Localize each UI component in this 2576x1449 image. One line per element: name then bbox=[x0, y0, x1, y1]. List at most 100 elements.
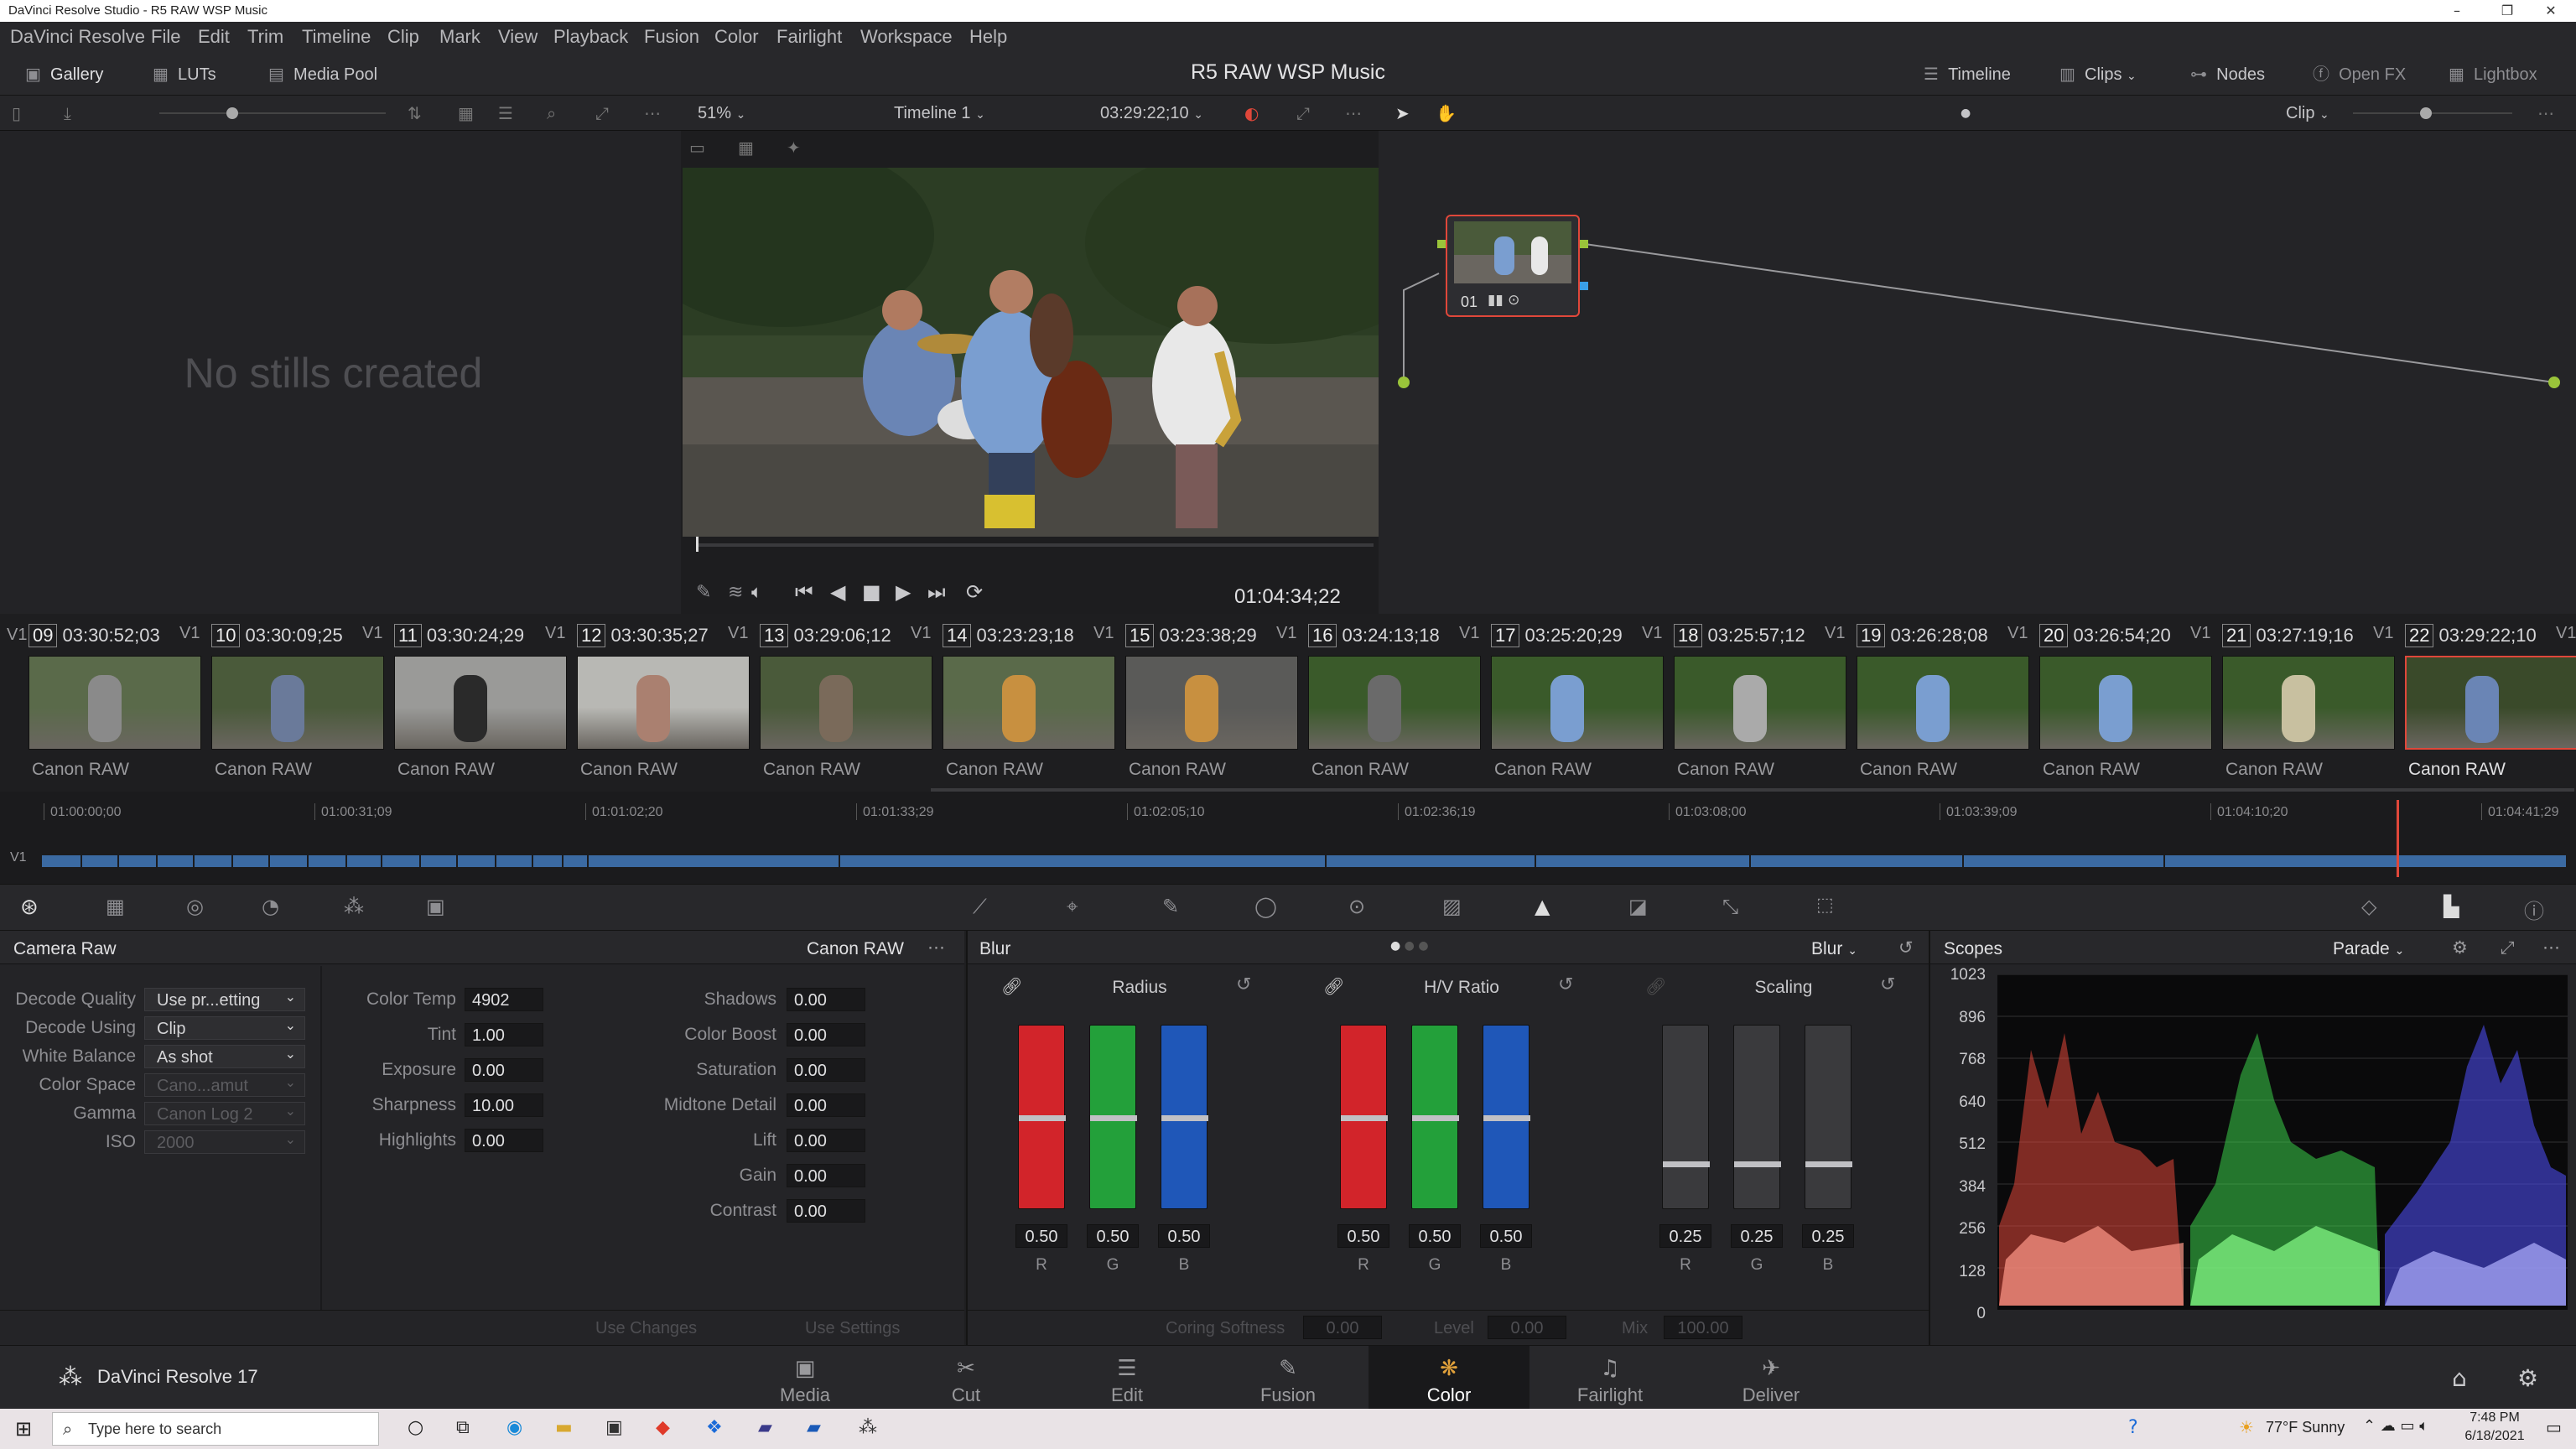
page-fairlight[interactable]: ♫ Fairlight bbox=[1530, 1346, 1690, 1410]
blur-slider[interactable] bbox=[1411, 1025, 1459, 1209]
level-field[interactable]: 0.00 bbox=[1488, 1316, 1566, 1339]
link-icon[interactable]: 🔗︎ bbox=[1323, 976, 1344, 996]
slider-knob[interactable] bbox=[1805, 1161, 1852, 1167]
blur-value-field[interactable]: 0.50 bbox=[1158, 1224, 1210, 1248]
tray-icons[interactable]: ⌃ ☁ ▭ 🔈︎ bbox=[2363, 1417, 2428, 1435]
layers-icon[interactable]: ≋ bbox=[728, 582, 743, 603]
raw-param-field[interactable]: 0.00 bbox=[787, 1093, 865, 1117]
list-view-icon[interactable]: ☰ bbox=[498, 96, 513, 131]
maximize-button[interactable]: ❐ bbox=[2482, 0, 2532, 22]
lightbox-button[interactable]: ▦ Lightbox bbox=[2449, 52, 2537, 96]
loop-icon[interactable]: ⟳ bbox=[966, 580, 983, 604]
explorer-icon[interactable]: ▬ bbox=[555, 1417, 573, 1438]
page-edit[interactable]: ☰ Edit bbox=[1046, 1346, 1208, 1410]
menu-clip[interactable]: Clip bbox=[387, 22, 419, 52]
split-view-icon[interactable]: ▦ bbox=[738, 138, 754, 158]
3d-icon[interactable]: ⬚ bbox=[1816, 895, 1834, 916]
menu-workspace[interactable]: Workspace bbox=[860, 22, 953, 52]
volume-icon[interactable]: 🔈︎ bbox=[751, 582, 762, 603]
reset-icon[interactable]: ↺ bbox=[1898, 937, 1914, 958]
blur-slider[interactable] bbox=[1089, 1025, 1137, 1209]
raw-param-field[interactable]: 0.00 bbox=[787, 1058, 865, 1082]
timeline-select[interactable]: Timeline 1 ⌄ bbox=[894, 96, 985, 131]
menu-davinci[interactable]: DaVinci Resolve bbox=[10, 22, 145, 52]
media-pool-button[interactable]: ▤ Media Pool bbox=[268, 52, 377, 96]
mix-field[interactable]: 100.00 bbox=[1664, 1316, 1742, 1339]
blur-value-field[interactable]: 0.50 bbox=[1409, 1224, 1461, 1248]
blur-value-field[interactable]: 0.50 bbox=[1015, 1224, 1067, 1248]
clip-thumbnail-14[interactable]: 14 03:23:23;18 V1 Canon RAW bbox=[929, 614, 1115, 792]
hdr-icon[interactable]: ◔ bbox=[262, 895, 279, 918]
qualifier-icon[interactable]: ✎ bbox=[1162, 895, 1179, 918]
slider-knob[interactable] bbox=[1412, 1115, 1459, 1121]
reset-icon[interactable]: ↺ bbox=[1236, 974, 1251, 995]
skip-start-icon[interactable]: ⏮︎ bbox=[795, 580, 813, 604]
bypass-icon[interactable]: ◐ bbox=[1244, 96, 1259, 131]
raw-param-field[interactable]: 4902 bbox=[465, 988, 543, 1011]
still-size-slider[interactable] bbox=[159, 107, 386, 119]
clip-thumbnail-13[interactable]: 13 03:29:06;12 V1 Canon RAW bbox=[746, 614, 932, 792]
viewer-options-icon[interactable]: ⋯ bbox=[1345, 96, 1362, 131]
playhead[interactable] bbox=[2397, 800, 2399, 877]
scrubber-bar[interactable] bbox=[696, 537, 1374, 552]
raw-param-field[interactable]: 10.00 bbox=[465, 1093, 543, 1117]
single-view-icon[interactable]: ▭ bbox=[689, 138, 705, 158]
clip-thumbnail-17[interactable]: 17 03:25:20;29 V1 Canon RAW bbox=[1478, 614, 1664, 792]
raw-param-field[interactable]: 0.00 bbox=[787, 1023, 865, 1046]
luts-button[interactable]: ▦ LUTs bbox=[153, 52, 216, 96]
search-icon[interactable]: ⌕ bbox=[547, 96, 556, 131]
close-button[interactable]: ✕ bbox=[2526, 0, 2576, 22]
cortana-icon[interactable]: ○ bbox=[408, 1417, 423, 1438]
settings-gear-icon[interactable]: ⚙ bbox=[2517, 1364, 2538, 1392]
task-view-icon[interactable]: ⧉ bbox=[456, 1417, 470, 1438]
blur-value-field[interactable]: 0.50 bbox=[1337, 1224, 1389, 1248]
key-icon[interactable]: ◪ bbox=[1628, 895, 1648, 918]
grid-view-icon[interactable]: ▦ bbox=[458, 96, 474, 131]
raw-param-field[interactable]: 0.00 bbox=[465, 1058, 543, 1082]
color-node-01[interactable]: 01 ▮▮ ⊙ bbox=[1437, 215, 1588, 317]
help-icon[interactable]: ? bbox=[2128, 1417, 2138, 1438]
menu-edit[interactable]: Edit bbox=[198, 22, 230, 52]
blur-value-field[interactable]: 0.25 bbox=[1731, 1224, 1783, 1248]
magic-mask-icon[interactable]: ▨ bbox=[1442, 895, 1462, 918]
link-icon[interactable]: 🔗︎ bbox=[1001, 976, 1022, 996]
page-deliver[interactable]: ✈ Deliver bbox=[1690, 1346, 1852, 1410]
keyframes-icon[interactable]: ◇ bbox=[2361, 895, 2376, 918]
scope-settings-icon[interactable]: ⚙ bbox=[2452, 937, 2468, 958]
raw-param-field[interactable]: 1.00 bbox=[465, 1023, 543, 1046]
color-match-icon[interactable]: ▦ bbox=[106, 895, 125, 918]
camera-raw-icon[interactable]: ⊛ bbox=[20, 895, 39, 920]
raw-param-dropdown[interactable]: Use pr...etting ⌄ bbox=[144, 988, 305, 1011]
blur-slider[interactable] bbox=[1733, 1025, 1781, 1209]
scope-expand-icon[interactable]: ⤢ bbox=[2501, 937, 2515, 958]
menu-view[interactable]: View bbox=[498, 22, 538, 52]
play-reverse-icon[interactable]: ◀ bbox=[830, 580, 845, 604]
blur-value-field[interactable]: 0.50 bbox=[1480, 1224, 1532, 1248]
menu-file[interactable]: File bbox=[151, 22, 180, 52]
coring-softness-field[interactable]: 0.00 bbox=[1303, 1316, 1382, 1339]
openfx-button[interactable]: ⓕ Open FX bbox=[2313, 52, 2406, 96]
node-options-icon[interactable]: ⋯ bbox=[2537, 96, 2554, 131]
slider-knob[interactable] bbox=[1019, 1115, 1066, 1121]
clip-thumbnail-16[interactable]: 16 03:24:13;18 V1 Canon RAW bbox=[1295, 614, 1481, 792]
node-zoom-slider[interactable] bbox=[2353, 107, 2512, 119]
skip-end-icon[interactable]: ⏭︎ bbox=[927, 580, 946, 604]
slider-knob[interactable] bbox=[1663, 1161, 1710, 1167]
node-editor[interactable]: 01 ▮▮ ⊙ bbox=[1379, 131, 2576, 614]
store-icon[interactable]: ▣ bbox=[605, 1417, 623, 1438]
scrubber-handle[interactable] bbox=[696, 537, 699, 552]
timeline-track-bar[interactable] bbox=[42, 855, 2566, 867]
clip-thumbnail-20[interactable]: 20 03:26:54;20 V1 Canon RAW bbox=[2026, 614, 2212, 792]
clip-thumbnail-09[interactable]: 09 03:30:52;03 V1 Canon RAW bbox=[15, 614, 201, 792]
node-output[interactable] bbox=[1580, 240, 1588, 248]
raw-param-field[interactable]: 0.00 bbox=[787, 988, 865, 1011]
node-input[interactable] bbox=[1437, 240, 1446, 248]
blur-value-field[interactable]: 0.25 bbox=[1659, 1224, 1711, 1248]
color-wheels-icon[interactable]: ◎ bbox=[186, 895, 204, 918]
node-key-output[interactable] bbox=[1580, 282, 1588, 290]
page-dot-1-icon[interactable]: ● ● ● bbox=[1390, 939, 1429, 953]
raw-param-field[interactable]: 0.00 bbox=[787, 1164, 865, 1187]
page-fusion[interactable]: ✎ Fusion bbox=[1208, 1346, 1368, 1410]
mode-select[interactable]: Clip ⌄ bbox=[2286, 96, 2329, 131]
edge-icon[interactable]: ◉ bbox=[506, 1417, 522, 1438]
